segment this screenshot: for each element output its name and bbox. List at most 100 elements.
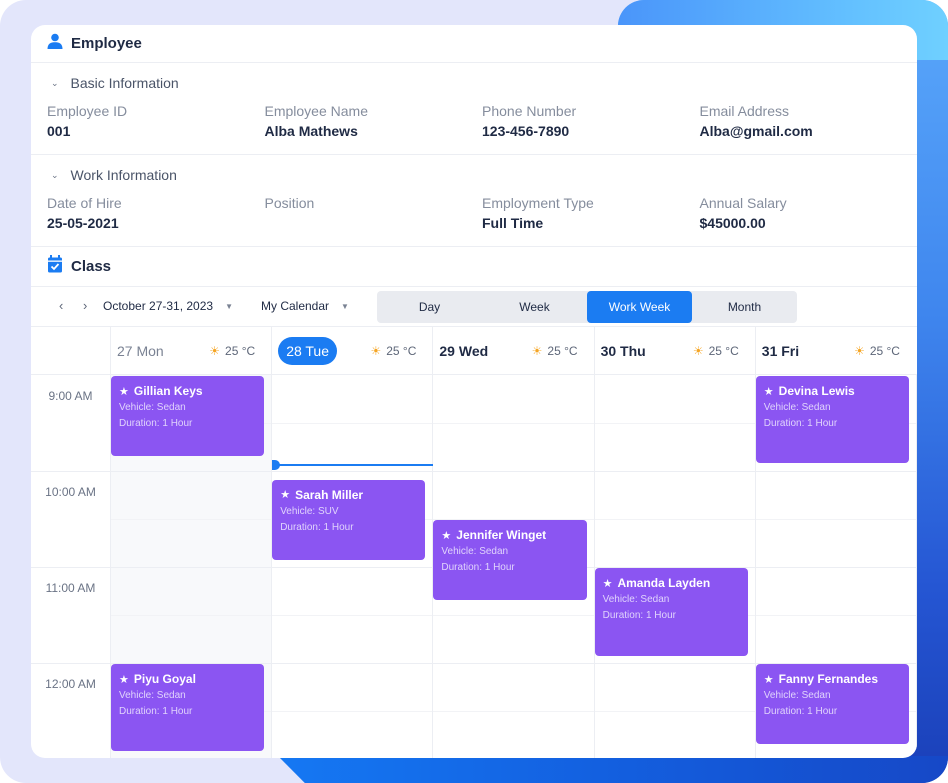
event-title: ★ Piyu Goyal — [119, 672, 256, 686]
field-value: Alba@gmail.com — [699, 123, 813, 139]
star-icon: ★ — [763, 673, 774, 686]
event-name: Jennifer Winget — [456, 528, 547, 542]
sun-icon: ☀ — [370, 344, 382, 358]
field-value: Full Time — [482, 215, 544, 231]
basic-information-section: ⌄ Basic Information Employee ID 001 Empl… — [31, 63, 917, 155]
weather: ☀ 25 °C — [209, 344, 255, 358]
half-hour-gridline — [110, 615, 917, 616]
day-column-divider — [271, 375, 273, 758]
current-time-indicator — [272, 464, 434, 467]
view-week-button[interactable]: Week — [482, 291, 587, 323]
event-vehicle: Vehicle: Sedan — [602, 594, 670, 605]
field-phone-number: Phone Number 123-456-7890 — [482, 103, 700, 143]
event-vehicle: Vehicle: Sedan — [119, 690, 186, 701]
event-title: ★ Jennifer Winget — [441, 528, 578, 542]
chevron-down-icon: ⌄ — [51, 169, 59, 180]
field-value: 123-456-7890 — [482, 123, 570, 139]
chevron-down-icon: ⌄ — [51, 77, 59, 88]
weather: ☀ 25 °C — [693, 344, 739, 358]
field-value — [265, 215, 483, 235]
day-column-divider — [593, 375, 595, 758]
background-accent-bottom — [278, 756, 948, 783]
event-title: ★ Fanny Fernandes — [764, 672, 901, 686]
star-icon: ★ — [441, 529, 452, 542]
work-information-toggle[interactable]: ⌄ Work Information — [31, 155, 917, 195]
event-vehicle: Vehicle: Sedan — [763, 402, 831, 413]
weather: ☀ 25 °C — [532, 344, 578, 358]
event-duration: Duration: 1 Hour — [441, 562, 515, 573]
temperature: 25 °C — [547, 344, 578, 358]
star-icon: ★ — [280, 489, 291, 502]
temperature: 25 °C — [869, 344, 900, 358]
calendar-day-headers: 27 Mon ☀ 25 °C 28 Tue ☀ 25 °C 29 Wed ☀ 25 °C 30 T… — [31, 327, 917, 375]
day-label: 28 Tue — [278, 337, 338, 365]
class-event[interactable]: ★ Fanny Fernandes Vehicle: Sedan Duration: … — [755, 664, 909, 744]
caret-down-icon: ▼ — [341, 301, 349, 311]
class-event[interactable]: ★ Gillian Keys Vehicle: Sedan Duration: 1 H… — [111, 376, 265, 456]
date-range-dropdown[interactable]: October 27-31, 2023 ▼ — [103, 299, 233, 313]
event-title: ★ Amanda Layden — [603, 576, 740, 590]
event-name: Devina Lewis — [778, 384, 855, 398]
chevron-left-icon[interactable]: ‹ — [59, 298, 63, 313]
day-label: 31 Fri — [761, 343, 800, 359]
hour-gridline — [31, 471, 917, 472]
day-header[interactable]: 31 Fri ☀ 25 °C — [754, 327, 916, 375]
class-event[interactable]: ★ Sarah Miller Vehicle: SUV Duration: 1 Hou… — [272, 479, 426, 560]
time-label: 12:00 AM — [45, 677, 96, 691]
event-duration: Duration: 1 Hour — [119, 706, 193, 717]
event-vehicle: Vehicle: Sedan — [119, 402, 186, 413]
field-label: Employee Name — [264, 103, 369, 119]
chevron-right-icon[interactable]: › — [83, 298, 87, 313]
field-employee-id: Employee ID 001 — [47, 103, 265, 143]
field-label: Phone Number — [482, 103, 577, 119]
day-header[interactable]: 29 Wed ☀ 25 °C — [432, 327, 593, 375]
weather: ☀ 25 °C — [370, 344, 416, 358]
class-header: Class — [31, 247, 917, 287]
date-range-label: October 27-31, 2023 — [103, 299, 214, 313]
field-employment-type: Employment Type Full Time — [482, 195, 700, 235]
class-title: Class — [71, 258, 112, 275]
day-header[interactable]: 28 Tue ☀ 25 °C — [271, 327, 432, 375]
field-label: Date of Hire — [47, 195, 122, 211]
field-value: $45000.00 — [699, 215, 766, 231]
sun-icon: ☀ — [854, 344, 865, 358]
class-event[interactable]: ★ Devina Lewis Vehicle: Sedan Duration: 1 H… — [755, 376, 909, 463]
class-event[interactable]: ★ Piyu Goyal Vehicle: Sedan Duration: 1 Hou… — [111, 664, 265, 751]
time-label: 9:00 AM — [48, 389, 93, 403]
event-name: Piyu Goyal — [133, 672, 196, 686]
field-label: Position — [264, 195, 315, 211]
calendar-select-label: My Calendar — [261, 299, 330, 313]
class-event[interactable]: ★ Jennifer Winget Vehicle: Sedan Duration: … — [433, 520, 587, 600]
event-name: Amanda Layden — [617, 576, 711, 590]
event-duration: Duration: 1 Hour — [119, 418, 193, 429]
field-label: Employment Type — [482, 195, 594, 211]
calendar-select-dropdown[interactable]: My Calendar ▼ — [261, 299, 349, 313]
event-name: Gillian Keys — [133, 384, 203, 398]
field-email-address: Email Address Alba@gmail.com — [700, 103, 918, 143]
day-label: 27 Mon — [117, 343, 164, 359]
caret-down-icon: ▼ — [225, 301, 233, 311]
view-work-week-button[interactable]: Work Week — [587, 291, 692, 323]
event-name: Sarah Miller — [295, 487, 364, 502]
day-header[interactable]: 27 Mon ☀ 25 °C — [110, 327, 271, 375]
field-date-of-hire: Date of Hire 25-05-2021 — [47, 195, 265, 235]
time-label: 10:00 AM — [45, 485, 96, 499]
field-value: 001 — [47, 123, 71, 139]
field-employee-name: Employee Name Alba Mathews — [265, 103, 483, 143]
calendar-check-icon — [47, 255, 63, 278]
view-day-button[interactable]: Day — [377, 291, 482, 323]
class-event[interactable]: ★ Amanda Layden Vehicle: Sedan Duration: 1 … — [594, 568, 748, 656]
event-title: ★ Devina Lewis — [764, 384, 901, 398]
employee-title: Employee — [71, 35, 142, 52]
event-duration: Duration: 1 Hour — [763, 706, 838, 717]
basic-information-heading: Basic Information — [70, 75, 179, 91]
view-month-button[interactable]: Month — [692, 291, 797, 323]
star-icon: ★ — [763, 385, 774, 398]
temperature: 25 °C — [225, 344, 256, 358]
basic-information-toggle[interactable]: ⌄ Basic Information — [31, 63, 917, 103]
sun-icon: ☀ — [209, 344, 221, 358]
field-value: Alba Mathews — [264, 123, 358, 139]
star-icon: ★ — [119, 673, 129, 686]
event-title: ★ Gillian Keys — [119, 384, 256, 398]
day-header[interactable]: 30 Thu ☀ 25 °C — [593, 327, 755, 375]
